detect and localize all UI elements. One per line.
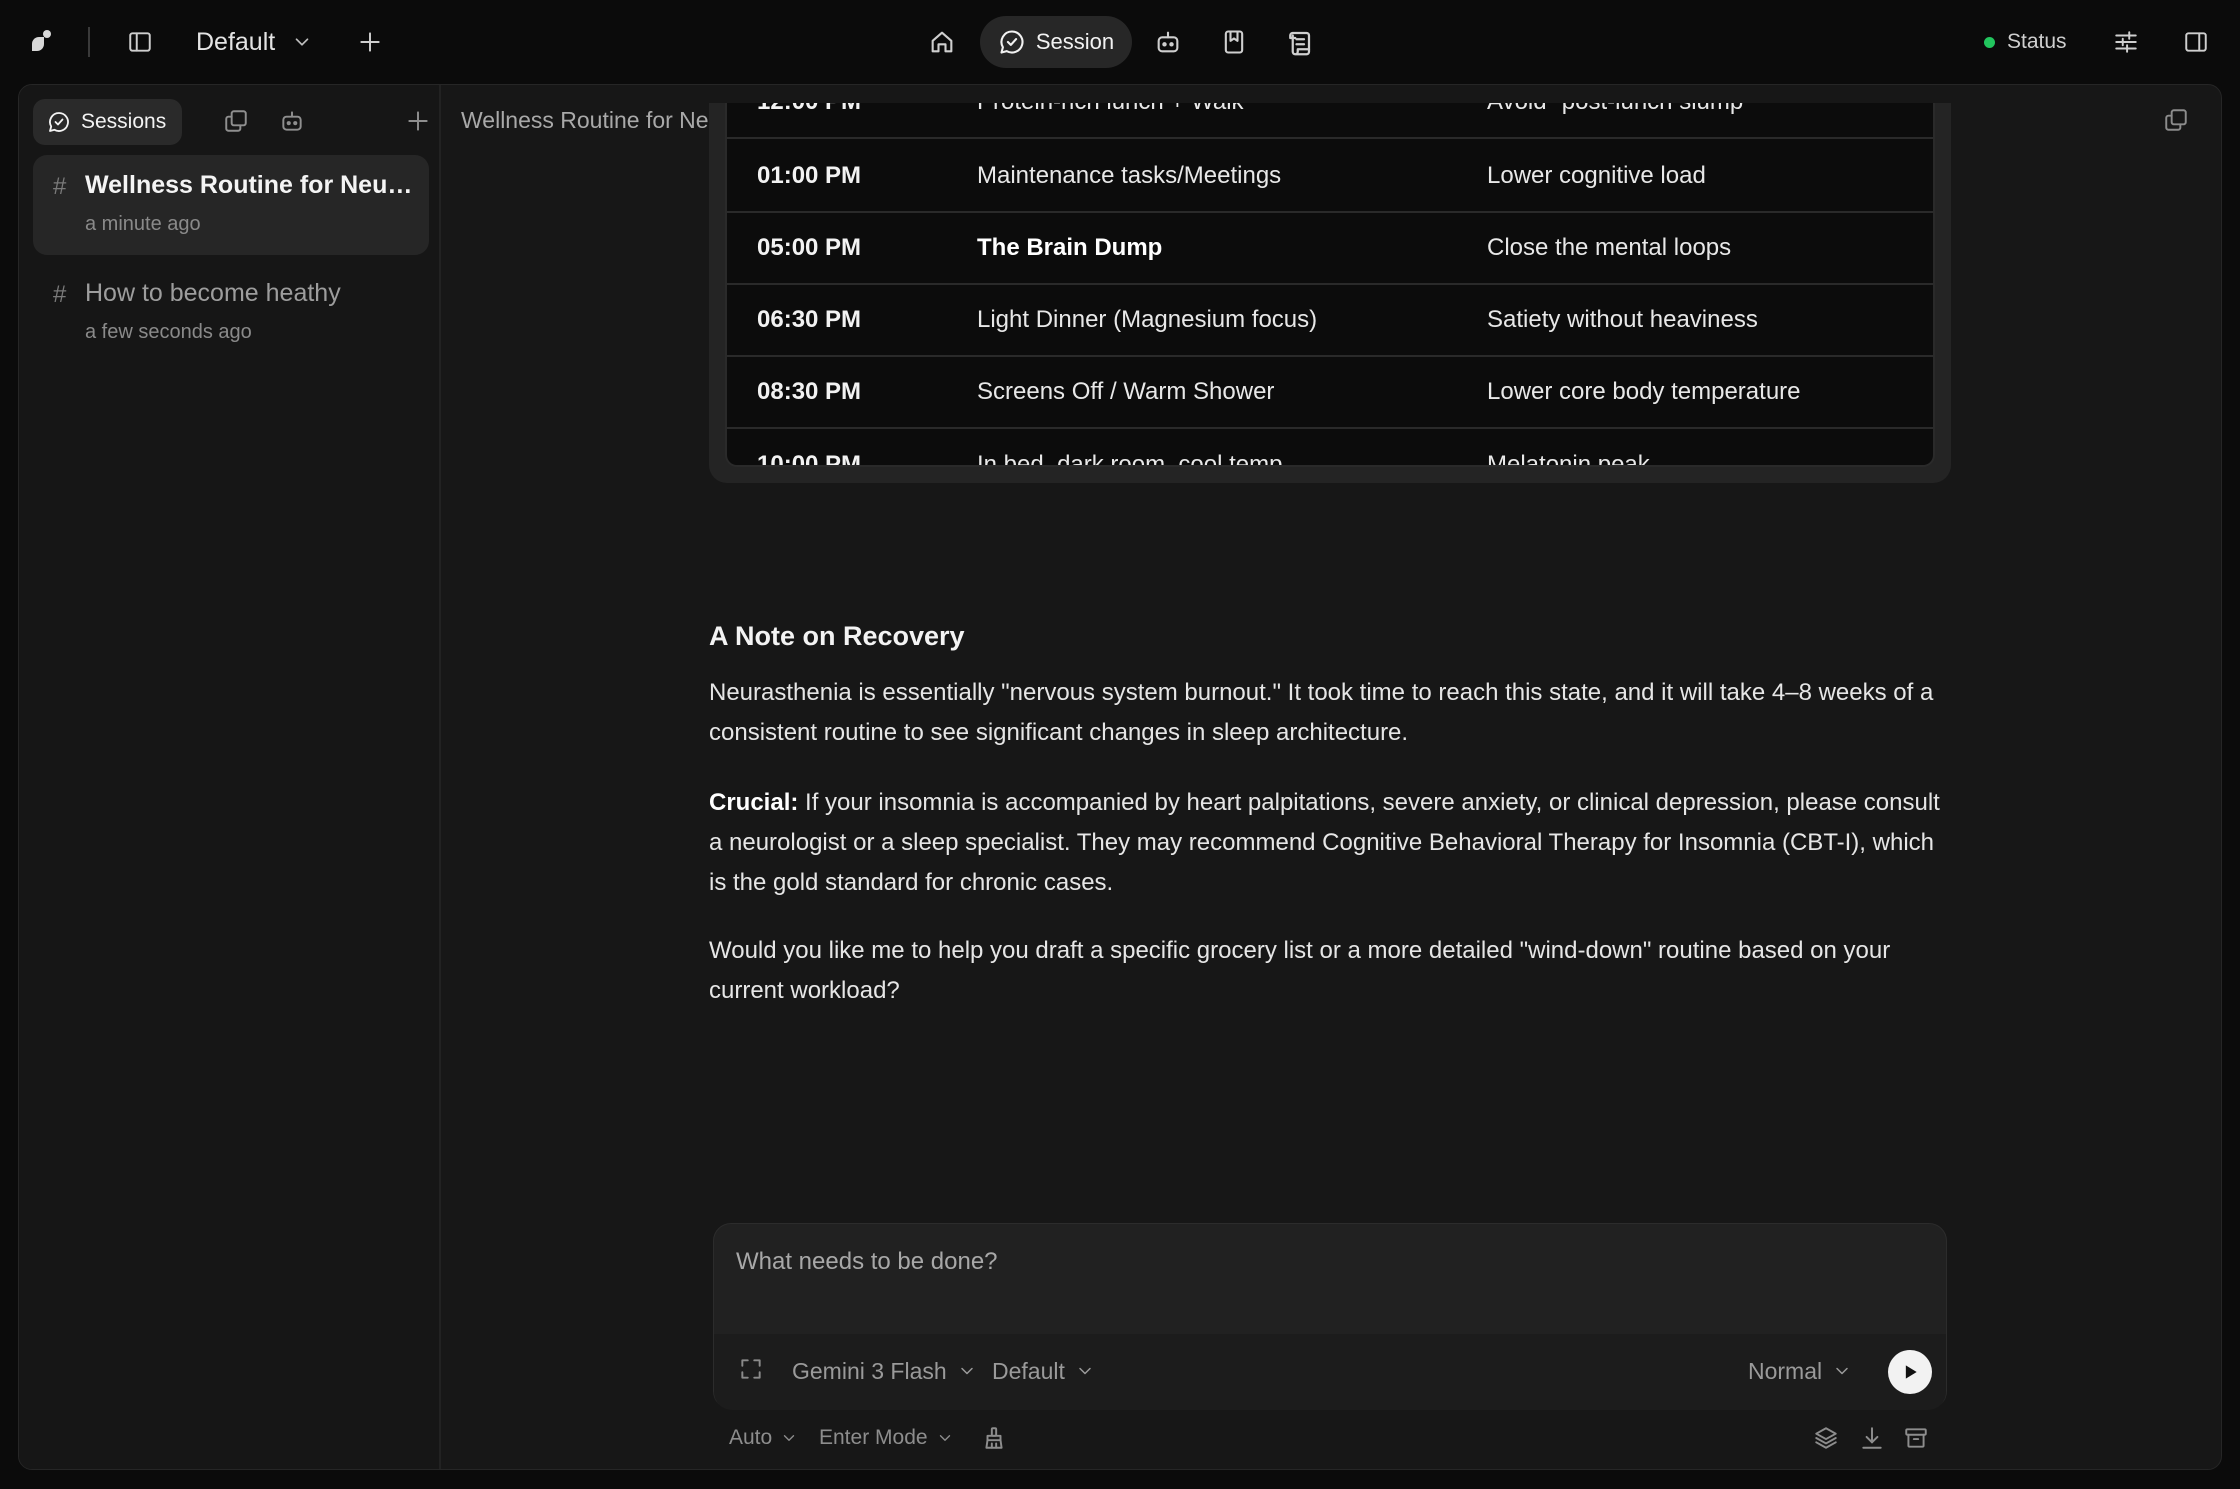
agent-dropdown[interactable]: Default [992, 1354, 1095, 1388]
enter-mode-label: Enter Mode [819, 1426, 928, 1449]
layers-icon[interactable] [1813, 1425, 1841, 1453]
new-session-plus-icon[interactable] [405, 108, 433, 136]
message-input[interactable] [736, 1242, 1916, 1282]
status-label: Status [2007, 30, 2067, 53]
top-bar: Default Session Status [0, 0, 2240, 84]
paragraph-followup: Would you like me to help you draft a sp… [709, 937, 1891, 1004]
status-indicator[interactable]: Status [1984, 26, 2067, 58]
row-time: 06:30 PM [757, 306, 862, 333]
row-purpose: Close the mental loops [1487, 234, 1732, 261]
model-label: Gemini 3 Flash [792, 1357, 947, 1384]
mode-label: Normal [1748, 1357, 1823, 1384]
row-purpose: Lower core body temperature [1487, 378, 1801, 405]
auto-label: Auto [729, 1426, 773, 1449]
row-activity: In bed, dark room, cool temp [977, 451, 1283, 467]
table-row: 01:00 PM Maintenance tasks/Meetings Lowe… [727, 141, 1933, 213]
row-activity: Protein-rich lunch + Walk [977, 103, 1244, 116]
chat-bubble-icon [998, 28, 1026, 56]
row-time: 05:00 PM [757, 234, 862, 261]
agent-label: Default [992, 1357, 1065, 1384]
session-tab-label: Session [1035, 29, 1115, 54]
table-row: 08:30 PM Screens Off / Warm Shower Lower… [727, 357, 1933, 429]
app-logo-icon[interactable] [26, 26, 56, 56]
table-row: 05:00 PM The Brain Dump Close the mental… [727, 213, 1933, 285]
bookmark-book-icon[interactable] [1218, 26, 1250, 58]
send-button[interactable] [1888, 1350, 1932, 1394]
row-activity: The Brain Dump [977, 234, 1163, 261]
row-purpose: Melatonin peak [1487, 451, 1650, 467]
chevron-down-icon [1075, 1361, 1095, 1381]
session-item-wellness-routine[interactable]: # Wellness Routine for Neurasthenia and … [33, 155, 429, 255]
row-purpose: Avoid "post-lunch slump" [1487, 103, 1752, 116]
sessions-sidebar: Sessions # Wellness Routine for Neurasth… [19, 85, 441, 1469]
crucial-text: If your insomnia is accompanied by heart… [709, 789, 1940, 896]
row-activity: Screens Off / Warm Shower [977, 378, 1275, 405]
hash-icon: # [53, 281, 67, 308]
chevron-down-icon [780, 1429, 798, 1447]
session-item-title: How to become heathy [85, 279, 341, 307]
paragraph-crucial: Crucial: If your insomnia is accompanied… [709, 783, 1949, 903]
workspace-dropdown[interactable]: Default [196, 22, 313, 62]
composer-toolbar: Gemini 3 Flash Default Normal [714, 1334, 1946, 1410]
session-item-time: a minute ago [85, 213, 201, 235]
mode-dropdown[interactable]: Normal [1748, 1354, 1852, 1388]
files-icon[interactable] [223, 108, 251, 136]
chevron-down-icon [957, 1361, 977, 1381]
row-purpose: Satiety without heaviness [1487, 306, 1758, 333]
schedule-table-card: 12:00 PM Protein-rich lunch + Walk Avoid… [709, 103, 1951, 483]
table-row: 12:00 PM Protein-rich lunch + Walk Avoid… [727, 103, 1933, 139]
chevron-down-icon [1832, 1361, 1852, 1381]
download-icon[interactable] [1859, 1425, 1887, 1453]
settings-sliders-icon[interactable] [2110, 26, 2142, 58]
clean-broom-icon[interactable] [981, 1425, 1009, 1453]
auto-dropdown[interactable]: Auto [729, 1421, 798, 1455]
session-tab[interactable]: Session [980, 16, 1132, 68]
message-composer: Gemini 3 Flash Default Normal [713, 1223, 1947, 1410]
session-item-time: a few seconds ago [85, 321, 252, 343]
bot-icon[interactable] [279, 108, 307, 136]
sidebar-tabs: Sessions [33, 99, 428, 145]
section-heading: A Note on Recovery [709, 621, 965, 651]
workspace-label: Default [196, 27, 276, 56]
row-purpose: Lower cognitive load [1487, 162, 1706, 189]
add-workspace-icon[interactable] [354, 26, 386, 58]
enter-mode-dropdown[interactable]: Enter Mode [819, 1421, 954, 1455]
tab-sessions-label: Sessions [81, 110, 167, 133]
composer-footer: Auto Enter Mode [713, 1417, 1947, 1461]
model-dropdown[interactable]: Gemini 3 Flash [792, 1354, 977, 1388]
hash-icon: # [53, 173, 67, 200]
status-dot [1984, 36, 1995, 48]
row-time: 08:30 PM [757, 378, 862, 405]
sidebar-toggle-icon[interactable] [124, 26, 156, 58]
row-time: 12:00 PM [757, 103, 861, 116]
play-icon [1900, 1362, 1920, 1382]
expand-icon[interactable] [738, 1356, 766, 1384]
chat-bubble-icon [47, 110, 71, 134]
scroll-icon[interactable] [1282, 26, 1316, 60]
row-activity: Maintenance tasks/Meetings [977, 162, 1282, 189]
session-item-title: Wellness Routine for Neurasthenia and In… [85, 171, 415, 199]
archive-icon[interactable] [1903, 1425, 1931, 1453]
crucial-label: Crucial: [709, 789, 799, 816]
chevron-down-icon [936, 1429, 954, 1447]
topbar-divider [88, 27, 90, 57]
right-panel-toggle-icon[interactable] [2180, 26, 2212, 58]
home-icon[interactable] [926, 26, 958, 58]
table-row: 06:30 PM Light Dinner (Magnesium focus) … [727, 285, 1933, 357]
table-row: 10:00 PM In bed, dark room, cool temp Me… [727, 429, 1933, 467]
schedule-table: 12:00 PM Protein-rich lunch + Walk Avoid… [725, 103, 1935, 467]
chevron-down-icon [291, 31, 313, 53]
row-time: 01:00 PM [757, 162, 862, 189]
chat-main: Wellness Routine for Neurasthenia and In… [441, 85, 2221, 1469]
bot-icon[interactable] [1152, 26, 1184, 58]
copy-icon[interactable] [2163, 107, 2193, 137]
app-window: Sessions # Wellness Routine for Neurasth… [18, 84, 2222, 1470]
row-time: 10:00 PM [757, 451, 862, 467]
tab-sessions[interactable]: Sessions [33, 99, 183, 145]
paragraph-burnout: Neurasthenia is essentially "nervous sys… [709, 679, 1934, 746]
session-item-become-healthy[interactable]: # How to become heathy a few seconds ago [33, 263, 429, 363]
row-activity: Light Dinner (Magnesium focus) [977, 306, 1318, 333]
